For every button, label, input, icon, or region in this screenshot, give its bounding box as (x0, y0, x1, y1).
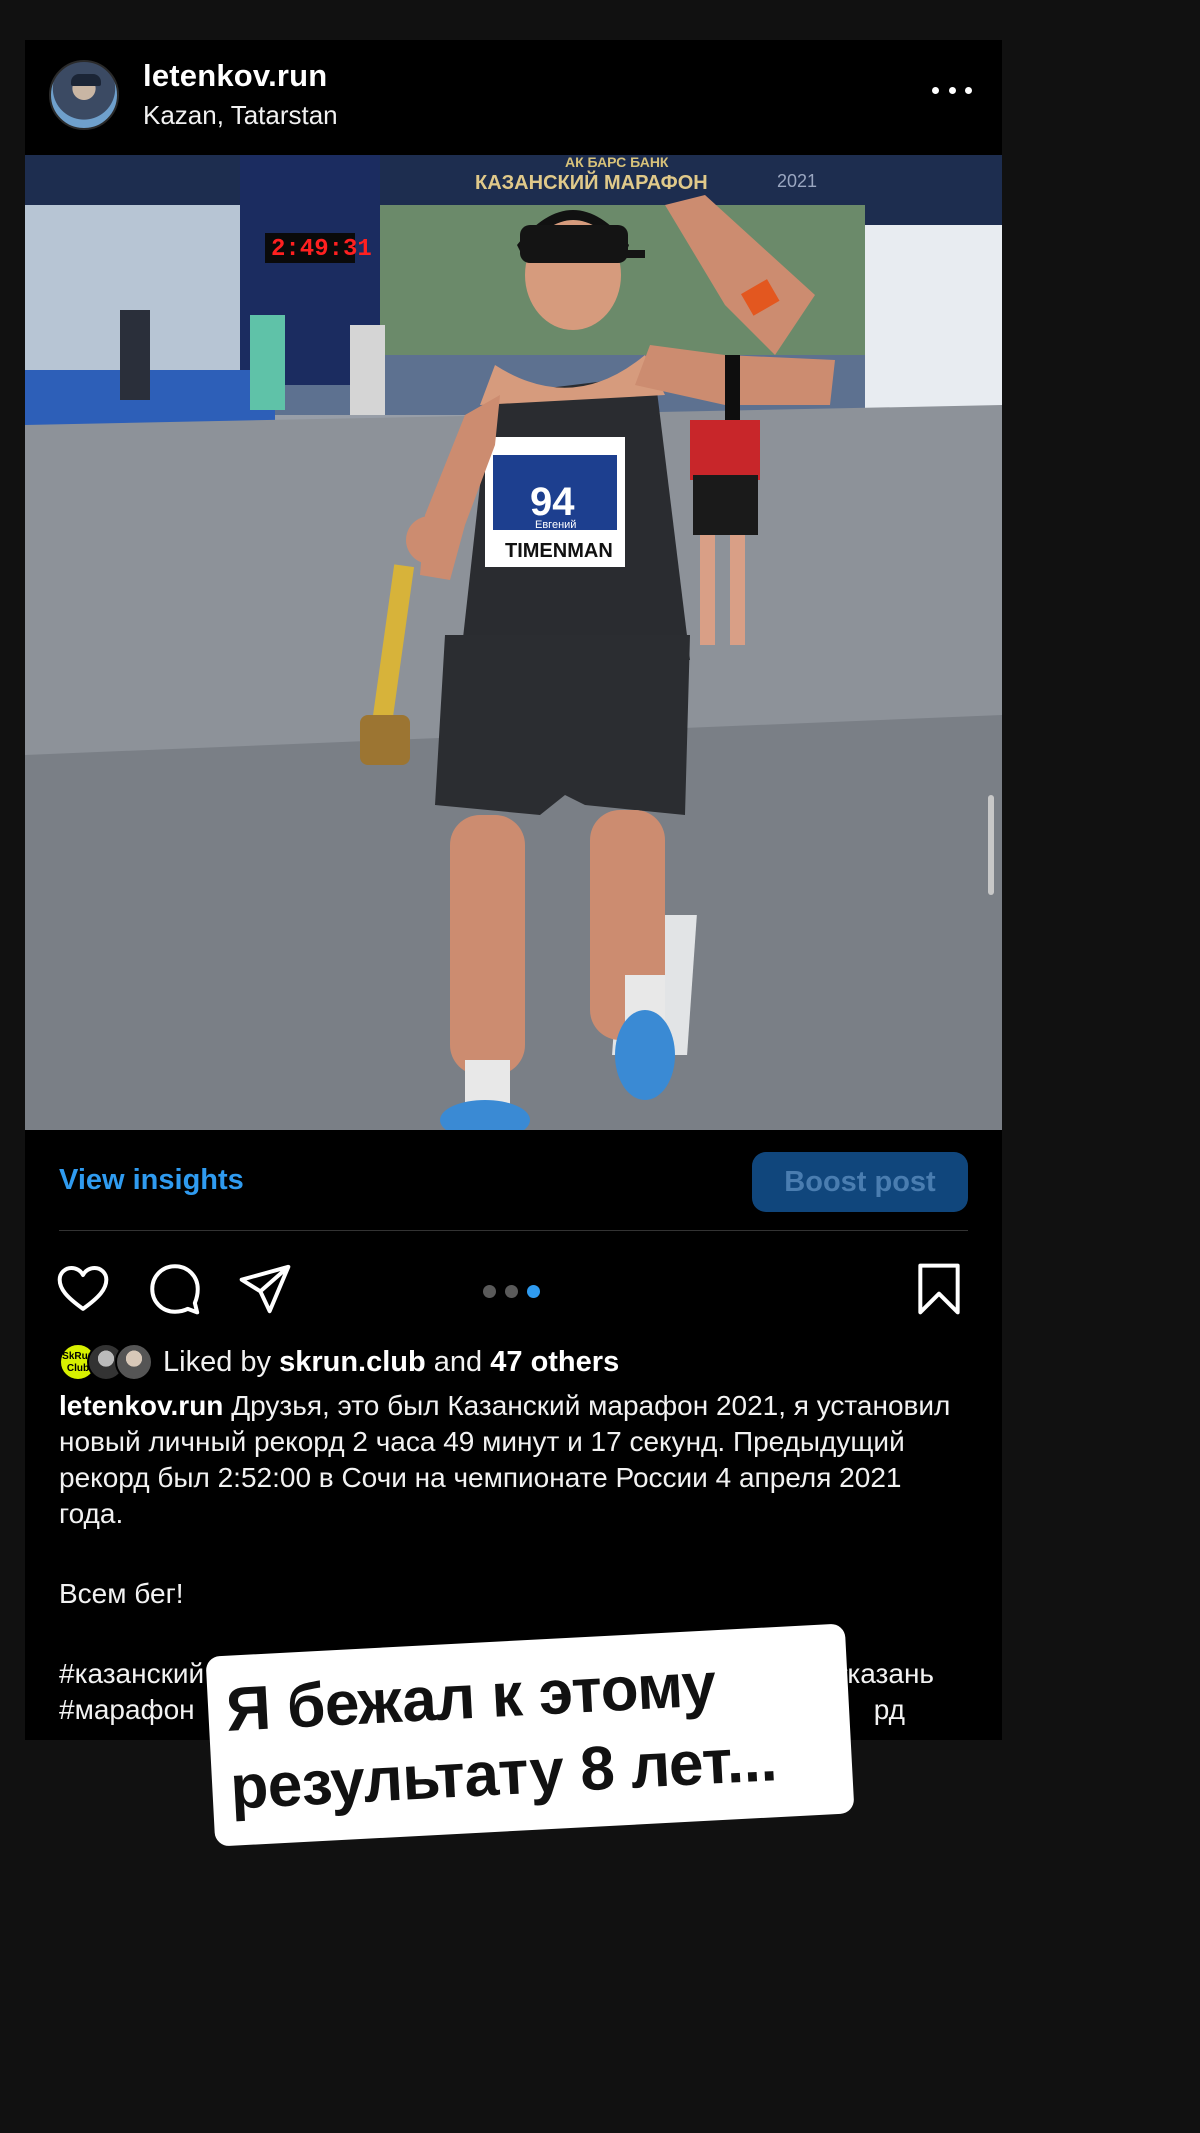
bib-name: Евгений (535, 519, 576, 531)
post-location[interactable]: Kazan, Tatarstan (143, 100, 338, 131)
runner-photo: АК БАРС БАНК КАЗАНСКИЙ МАРАФОН 2021 2:49… (25, 155, 1002, 1130)
post-photo[interactable]: АК БАРС БАНК КАЗАНСКИЙ МАРАФОН 2021 2:49… (25, 155, 1002, 1130)
action-bar (25, 1255, 1002, 1325)
instagram-post: letenkov.run Kazan, Tatarstan АК БАРС БА… (25, 40, 1002, 1740)
likes-others-link[interactable]: 47 others (490, 1346, 619, 1378)
post-username[interactable]: letenkov.run (143, 58, 327, 94)
likes-user-link[interactable]: skrun.club (279, 1346, 426, 1378)
caption-username[interactable]: letenkov.run (59, 1390, 223, 1421)
liker-avatar (115, 1343, 153, 1381)
post-header: letenkov.run Kazan, Tatarstan (25, 40, 1002, 155)
banner-title: КАЗАНСКИЙ МАРАФОН (475, 170, 708, 194)
banner-year: 2021 (777, 171, 817, 191)
likes-and: and (433, 1345, 483, 1378)
carousel-dot (483, 1285, 496, 1298)
likes-text: Liked by skrun.club and 47 others (163, 1346, 619, 1379)
profile-avatar[interactable] (49, 60, 119, 130)
likes-summary[interactable]: SkRun Club Liked by skrun.club and 47 ot… (59, 1340, 619, 1384)
hashtag-fragment[interactable]: рд (874, 1692, 905, 1728)
share-send-icon[interactable] (237, 1261, 293, 1317)
banner-bank: АК БАРС БАНК (565, 155, 669, 170)
insights-row: View insights Boost post (25, 1130, 1002, 1230)
divider (59, 1230, 968, 1231)
race-clock: 2:49:31 (271, 236, 372, 263)
more-options-icon[interactable] (932, 84, 972, 96)
caption-line2: Всем бег! (59, 1578, 184, 1609)
likes-prefix: Liked by (163, 1345, 272, 1378)
carousel-indicator (483, 1285, 540, 1298)
carousel-dot-active (527, 1285, 540, 1298)
carousel-dot (505, 1285, 518, 1298)
bookmark-icon[interactable] (911, 1261, 967, 1317)
bib-number: 94 (530, 480, 575, 524)
like-heart-icon[interactable] (55, 1261, 111, 1317)
comment-icon[interactable] (147, 1261, 203, 1317)
bib-sponsor: TIMENMAN (505, 540, 613, 562)
story-text-sticker: Я бежал к этому результату 8 лет... (205, 1623, 855, 1847)
hashtag-link[interactable]: #марафон (59, 1692, 195, 1728)
boost-post-button[interactable]: Boost post (752, 1152, 968, 1212)
view-insights-link[interactable]: View insights (59, 1164, 244, 1197)
hashtag-link[interactable]: #казанский (59, 1656, 204, 1692)
liker-avatars: SkRun Club (59, 1340, 159, 1384)
